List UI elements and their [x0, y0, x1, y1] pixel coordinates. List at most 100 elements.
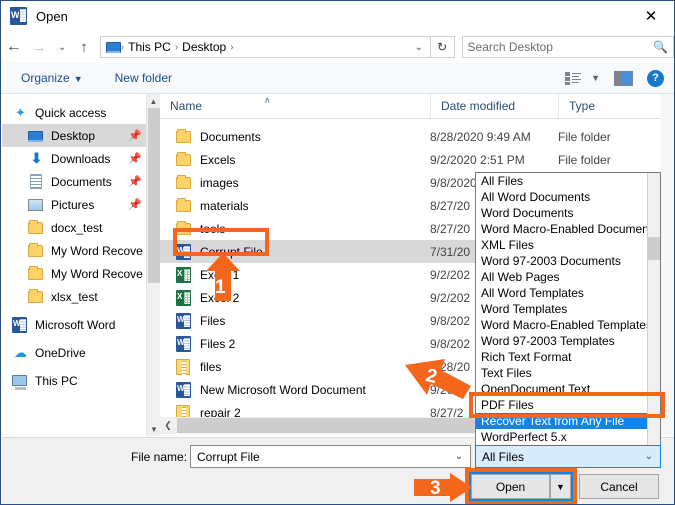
- scroll-left-icon[interactable]: ❮: [160, 417, 176, 434]
- sidebar-item-docx-test[interactable]: docx_test: [2, 216, 160, 239]
- file-name: materials: [200, 198, 249, 213]
- pin-icon: 📌: [128, 176, 142, 188]
- file-name: Files 2: [200, 336, 236, 351]
- file-name: files: [200, 359, 222, 374]
- chevron-down-icon[interactable]: ⌄: [448, 451, 470, 462]
- organize-button[interactable]: Organize ▼: [15, 71, 89, 85]
- scroll-up-icon[interactable]: ▲: [147, 94, 160, 108]
- file-name-value: Corrupt File: [197, 449, 260, 464]
- pin-icon: 📌: [128, 153, 142, 165]
- pin-icon: 📌: [128, 130, 142, 142]
- navigation-pane-scrollbar[interactable]: ▲ ▼: [146, 94, 160, 436]
- cancel-button[interactable]: Cancel: [579, 474, 659, 499]
- dropdown-option[interactable]: Word Templates: [476, 301, 660, 317]
- dropdown-option[interactable]: Word 97-2003 Documents: [476, 253, 660, 269]
- scroll-down-icon[interactable]: ▼: [147, 422, 161, 436]
- dropdown-option[interactable]: WordPerfect 5.x: [476, 429, 660, 445]
- file-name-label: File name:: [131, 450, 188, 464]
- refresh-icon[interactable]: ↻: [430, 36, 455, 58]
- scrollbar-thumb[interactable]: [148, 108, 160, 283]
- view-options-icon[interactable]: [565, 71, 582, 85]
- search-input[interactable]: Search Desktop 🔍: [461, 36, 674, 58]
- title-bar: Open ✕: [1, 1, 674, 31]
- navigation-pane: ✦ Quick access Desktop 📌 ⬇ Downloads 📌 D…: [2, 94, 160, 436]
- file-date: 8/28/2020 9:49 AM: [430, 129, 531, 144]
- sort-ascending-icon: ∧: [264, 95, 271, 105]
- file-name: Documents: [200, 129, 261, 144]
- sidebar-item-label: xlsx_test: [51, 289, 98, 304]
- sidebar-item-this-pc[interactable]: This PC: [2, 369, 160, 392]
- annotation-step-number-3: 3: [430, 478, 441, 499]
- table-row[interactable]: Documents 8/28/2020 9:49 AM File folder: [160, 125, 661, 148]
- table-row[interactable]: Excels 9/2/2020 2:51 PM File folder: [160, 148, 661, 171]
- folder-icon: [176, 151, 192, 168]
- dropdown-option[interactable]: XML Files: [476, 237, 660, 253]
- dropdown-option[interactable]: All Web Pages: [476, 269, 660, 285]
- annotation-highlight-open-button: [465, 468, 577, 504]
- filetype-selected-value: All Files: [482, 449, 525, 464]
- column-header-date-modified[interactable]: Date modified: [430, 93, 558, 119]
- sidebar-item-my-word-recovery-2[interactable]: My Word Recove: [2, 262, 160, 285]
- dropdown-option[interactable]: Word Macro-Enabled Documents: [476, 221, 660, 237]
- sidebar-item-quick-access[interactable]: ✦ Quick access: [2, 101, 160, 124]
- chevron-down-icon[interactable]: ⌄: [638, 451, 660, 462]
- sidebar-item-my-word-recovery-1[interactable]: My Word Recove: [2, 239, 160, 262]
- sidebar-item-desktop[interactable]: Desktop 📌: [2, 124, 160, 147]
- file-name: New Microsoft Word Document: [200, 382, 366, 397]
- sidebar-item-microsoft-word[interactable]: Microsoft Word: [2, 313, 160, 336]
- chevron-down-icon[interactable]: ⌄: [408, 42, 430, 53]
- sidebar-item-label: docx_test: [51, 220, 103, 235]
- sidebar-item-label: Downloads: [51, 151, 111, 166]
- annotation-highlight-recover-text: [469, 392, 665, 418]
- file-name: images: [200, 175, 239, 190]
- address-bar[interactable]: › This PC › Desktop › ⌄: [99, 36, 431, 58]
- pin-icon: 📌: [128, 199, 142, 211]
- view-options-caret-icon[interactable]: ▼: [591, 73, 600, 83]
- column-header-name[interactable]: Name: [160, 94, 430, 119]
- organize-label: Organize: [21, 71, 70, 85]
- preview-pane-icon[interactable]: [614, 70, 633, 86]
- file-list-vertical-scrollbar[interactable]: [661, 94, 674, 436]
- back-button[interactable]: ←: [1, 34, 27, 60]
- dropdown-option[interactable]: All Files: [476, 173, 660, 189]
- sidebar-item-label: This PC: [35, 373, 78, 388]
- folder-icon: [176, 128, 192, 145]
- up-button[interactable]: ↑: [72, 39, 96, 56]
- picture-icon: [28, 197, 45, 213]
- folder-icon: [28, 288, 45, 305]
- dropdown-option[interactable]: Text Files: [476, 365, 660, 381]
- folder-icon: [176, 197, 192, 214]
- filetype-combobox[interactable]: All Files ⌄: [475, 445, 661, 468]
- dropdown-option[interactable]: Rich Text Format: [476, 349, 660, 365]
- column-header-row: Name Date modified Type ∧: [160, 93, 661, 119]
- close-icon[interactable]: ✕: [628, 1, 674, 31]
- dropdown-option[interactable]: Word 97-2003 Templates: [476, 333, 660, 349]
- chevron-down-icon: ▼: [73, 74, 83, 84]
- forward-button[interactable]: →: [27, 34, 53, 60]
- column-header-type[interactable]: Type: [558, 93, 658, 119]
- dropdown-option[interactable]: Word Macro-Enabled Templates: [476, 317, 660, 333]
- sidebar-item-pictures[interactable]: Pictures 📌: [2, 193, 160, 216]
- thispc-icon: [12, 373, 29, 390]
- file-type: File folder: [558, 129, 611, 144]
- annotation-highlight-corrupt-file: [173, 228, 269, 256]
- open-dialog: Open ✕ ← → ⌄ ↑ › This PC › Desktop › ⌄ ↻…: [0, 0, 675, 505]
- word-icon: [176, 381, 192, 398]
- file-name-input[interactable]: Corrupt File ⌄: [190, 445, 471, 468]
- breadcrumb-desktop[interactable]: Desktop: [178, 40, 230, 54]
- folder-icon: [176, 174, 192, 191]
- help-icon[interactable]: ?: [647, 69, 664, 87]
- sidebar-item-xlsx-test[interactable]: xlsx_test: [2, 285, 160, 308]
- recent-locations-button[interactable]: ⌄: [52, 42, 72, 53]
- breadcrumb-this-pc[interactable]: This PC: [124, 40, 175, 54]
- sidebar-item-downloads[interactable]: ⬇ Downloads 📌: [2, 147, 160, 170]
- new-folder-button[interactable]: New folder: [109, 71, 178, 85]
- scrollbar-thumb[interactable]: [648, 237, 660, 260]
- dropdown-option[interactable]: All Word Templates: [476, 285, 660, 301]
- dropdown-option[interactable]: Word Documents: [476, 205, 660, 221]
- dropdown-option[interactable]: All Word Documents: [476, 189, 660, 205]
- word-icon: [12, 316, 29, 333]
- sidebar-item-label: Microsoft Word: [35, 317, 116, 332]
- sidebar-item-documents[interactable]: Documents 📌: [2, 170, 160, 193]
- sidebar-item-onedrive[interactable]: ☁ OneDrive: [2, 341, 160, 364]
